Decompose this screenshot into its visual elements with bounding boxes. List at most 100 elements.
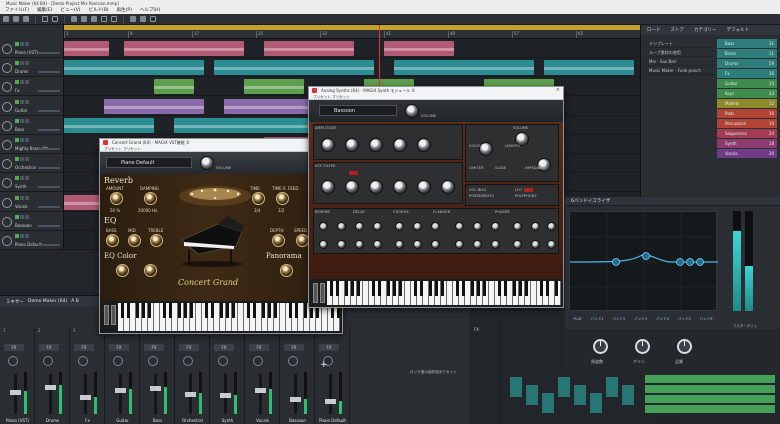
mute-button[interactable] <box>15 118 19 123</box>
synth-knob[interactable] <box>417 180 431 194</box>
solo-button[interactable] <box>20 214 24 219</box>
synth-knob[interactable] <box>395 240 404 249</box>
eq-color-knob[interactable] <box>116 264 129 277</box>
synth-knob[interactable] <box>547 222 556 231</box>
synth-knob[interactable] <box>473 240 482 249</box>
mute-button[interactable] <box>15 99 19 104</box>
mid-knob[interactable] <box>128 234 141 247</box>
audio-clip[interactable] <box>124 41 244 56</box>
synth-knob[interactable] <box>441 180 455 194</box>
track-volume-slider[interactable] <box>38 167 60 170</box>
synth-knob[interactable] <box>369 138 383 152</box>
audio-clip[interactable] <box>154 79 194 95</box>
mute-button[interactable] <box>15 80 19 85</box>
category-item[interactable]: Keys 33 <box>717 89 777 98</box>
solo-button[interactable] <box>20 80 24 85</box>
automation-segment[interactable] <box>622 385 634 405</box>
synth-knob[interactable] <box>345 138 359 152</box>
synth-knob[interactable] <box>455 240 464 249</box>
depth-knob[interactable] <box>272 234 285 247</box>
close-icon[interactable]: × <box>556 87 560 94</box>
track-volume-slider[interactable] <box>38 52 60 54</box>
mute-tool-icon[interactable] <box>101 16 107 22</box>
concert-grand-window[interactable]: Concert Grand (64) - MAGIX VST機能 ©× プリセッ… <box>99 138 343 334</box>
menu-item[interactable]: ビルド(B) <box>88 7 110 14</box>
audio-clip[interactable] <box>214 60 374 76</box>
add-track-button[interactable]: + <box>320 360 328 370</box>
automation-segment[interactable] <box>590 393 602 413</box>
browser-item[interactable]: ループ素材の使用 <box>645 48 715 57</box>
record-button[interactable] <box>25 80 29 85</box>
synth-knob[interactable] <box>393 138 407 152</box>
pan-knob[interactable] <box>8 356 18 366</box>
eq-band-button[interactable]: バンド1 <box>591 317 604 322</box>
eq-curve-graph[interactable] <box>569 211 718 312</box>
pitch-wheel[interactable] <box>104 305 109 325</box>
track-header[interactable]: Orchestral <box>0 154 64 174</box>
record-button[interactable] <box>25 138 29 142</box>
track-lane[interactable] <box>64 58 640 78</box>
category-item[interactable]: Fx 16 <box>717 69 777 78</box>
synth-knob[interactable] <box>337 240 346 249</box>
record-button[interactable] <box>25 99 29 104</box>
clip-row[interactable]: Boom Groove 4 <box>645 385 775 401</box>
fader-cap[interactable] <box>10 389 21 395</box>
track-volume-slider[interactable] <box>38 148 60 150</box>
fader-cap[interactable] <box>150 386 161 392</box>
grand-volume-knob[interactable] <box>200 156 214 170</box>
analog-synth-window[interactable]: Analog Synths (64) - MAGIX Synth モジュール ©… <box>308 86 564 308</box>
audio-clip[interactable] <box>104 98 204 114</box>
pan-knob[interactable] <box>288 356 298 366</box>
grand-preset-selector[interactable]: Piano Default <box>106 157 192 168</box>
audio-clip[interactable] <box>64 60 204 76</box>
track-volume-slider[interactable] <box>38 224 60 227</box>
reverb-damping-knob[interactable] <box>144 192 157 205</box>
category-item[interactable]: Bass 31 <box>717 39 777 48</box>
record-button[interactable] <box>25 42 29 46</box>
eq-color-knob-2[interactable] <box>144 264 157 277</box>
clip-row[interactable]: Boom Groove 4 <box>645 395 775 411</box>
panorama-knob[interactable] <box>280 264 293 277</box>
synth-volume-knob[interactable] <box>405 104 419 118</box>
synth-knob[interactable] <box>395 222 404 231</box>
synth-knob[interactable] <box>513 222 522 231</box>
menu-item[interactable]: ヘルプ(H) <box>139 7 161 14</box>
fx-button[interactable]: FX <box>319 344 339 351</box>
record-button[interactable] <box>25 195 29 200</box>
track-volume-slider[interactable] <box>38 205 60 208</box>
category-item[interactable]: Percussion 10 <box>717 119 777 128</box>
eq-band-button[interactable]: PLAY <box>573 317 581 321</box>
grand-keyboard[interactable] <box>100 301 342 333</box>
fx-button[interactable]: FX <box>249 344 269 351</box>
category-item[interactable]: Vocals 20 <box>717 149 777 158</box>
synth-knob[interactable] <box>531 240 540 249</box>
mute-button[interactable] <box>15 195 19 200</box>
channel-fader[interactable] <box>84 374 87 414</box>
channel-fader[interactable] <box>329 374 332 414</box>
pan-knob[interactable] <box>113 356 123 366</box>
solo-button[interactable] <box>20 138 24 142</box>
track-volume-slider[interactable] <box>38 128 60 131</box>
eq-band-button[interactable]: バンド2 <box>613 317 626 322</box>
record-button[interactable] <box>25 176 29 181</box>
cut-tool-icon[interactable] <box>91 16 97 22</box>
solo-button[interactable] <box>20 99 24 104</box>
fader-cap[interactable] <box>220 393 231 399</box>
open-file-icon[interactable] <box>13 16 19 22</box>
zoom-tool-icon[interactable] <box>111 16 117 22</box>
track-header[interactable]: Bass <box>0 116 64 135</box>
category-item[interactable]: Brass 11 <box>717 49 777 58</box>
synth-knob[interactable] <box>413 222 422 231</box>
synth-knob[interactable] <box>393 180 407 194</box>
fader-cap[interactable] <box>185 391 196 397</box>
track-header[interactable]: Piano (VST) <box>0 39 64 58</box>
track-header[interactable]: Fx <box>0 77 64 97</box>
track-volume-slider[interactable] <box>38 244 60 246</box>
channel-fader[interactable] <box>49 374 52 414</box>
treble-knob[interactable] <box>150 234 163 247</box>
bass-knob[interactable] <box>106 234 119 247</box>
delay-feed-knob[interactable] <box>276 192 289 205</box>
timeline-ruler[interactable]: 191725334149576573 <box>64 25 647 39</box>
fader-cap[interactable] <box>290 396 301 402</box>
track-header[interactable]: Drums <box>0 58 64 78</box>
